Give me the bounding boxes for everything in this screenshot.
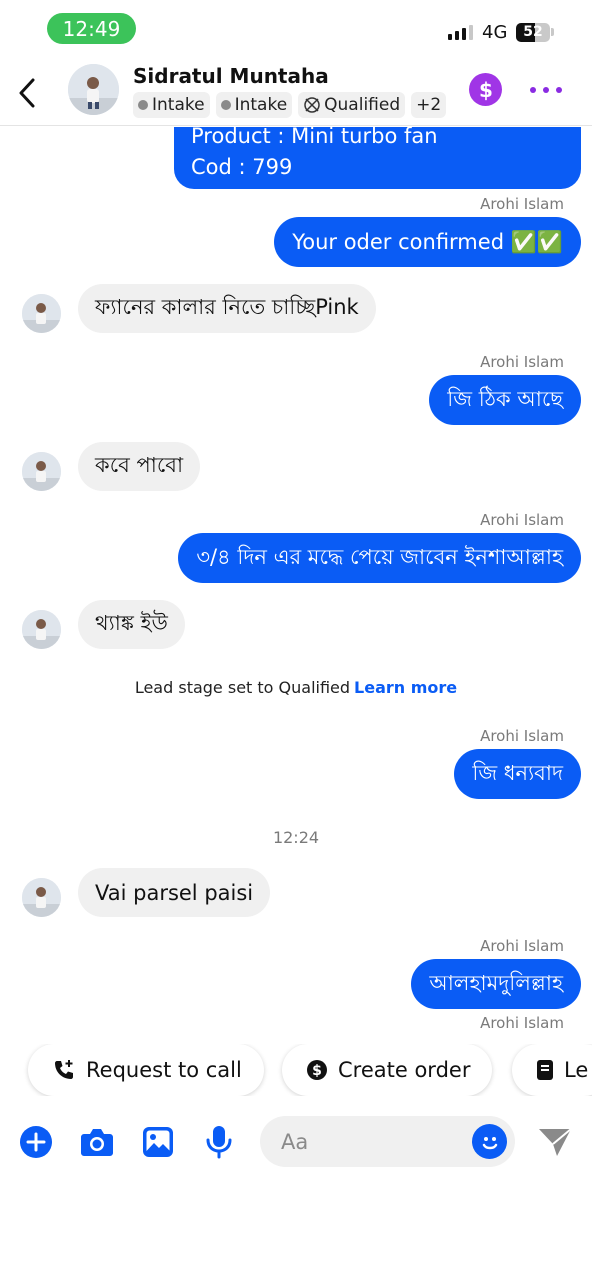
message-bubble-outgoing[interactable]: Product : Mini turbo fan Cod : 799	[174, 127, 581, 189]
message-bubble-outgoing[interactable]: জি ধন্যবাদ	[454, 749, 581, 799]
third-quick-reply-chip[interactable]: Le	[512, 1044, 592, 1096]
message-thread: Product : Mini turbo fan Cod : 799 Arohi…	[0, 127, 592, 1029]
sender-name: Arohi Islam	[480, 727, 564, 745]
camera-button[interactable]	[77, 1122, 117, 1162]
back-button[interactable]	[10, 76, 44, 110]
message-bubble-incoming[interactable]: কবে পাবো	[78, 442, 201, 491]
status-bar: 12:49 4G 52	[0, 0, 592, 58]
message-bubble-incoming[interactable]: থ্যাঙ্ক ইউ	[78, 600, 185, 649]
battery-level: 52	[523, 24, 543, 40]
dollar-icon: $	[479, 78, 493, 102]
message-composer	[0, 1116, 592, 1168]
lead-tags: Intake Intake Qualified +2	[133, 92, 447, 118]
status-time: 12:49	[47, 13, 136, 44]
plus-circle-icon	[20, 1126, 52, 1158]
more-tags-badge[interactable]: +2	[411, 92, 447, 118]
message-bubble-outgoing[interactable]: আলহামদুলিল্লাহ	[411, 959, 581, 1009]
more-options-button[interactable]	[530, 80, 562, 100]
contact-avatar-small	[22, 452, 61, 491]
contact-avatar-small	[22, 294, 61, 333]
request-to-call-chip[interactable]: Request to call	[28, 1044, 264, 1096]
send-icon	[539, 1128, 572, 1156]
note-icon	[537, 1060, 553, 1080]
conversation-header: Sidratul Muntaha Intake Intake Qualified…	[0, 58, 592, 126]
add-button[interactable]	[16, 1122, 56, 1162]
tag-intake-2[interactable]: Intake	[215, 92, 293, 118]
message-bubble-outgoing[interactable]: Your oder confirmed ✅✅	[274, 217, 581, 267]
sender-name: Arohi Islam	[480, 353, 564, 371]
image-icon	[143, 1127, 173, 1157]
qualified-icon	[304, 97, 320, 113]
dollar-circle-icon: $	[307, 1060, 327, 1080]
emoji-button[interactable]	[472, 1124, 507, 1159]
signal-icon	[448, 25, 473, 40]
learn-more-link[interactable]: Learn more	[354, 678, 457, 697]
contact-name[interactable]: Sidratul Muntaha	[133, 64, 329, 88]
message-bubble-incoming[interactable]: ফ্যানের কালার নিতে চাচ্ছিPink	[78, 284, 376, 333]
camera-icon	[81, 1129, 113, 1156]
phone-plus-icon	[55, 1060, 73, 1079]
svg-text:$: $	[479, 78, 493, 102]
smiley-icon	[482, 1136, 497, 1149]
quick-reply-bar: Request to call $ Create order Le	[0, 1044, 592, 1096]
sender-name: Arohi Islam	[480, 511, 564, 529]
contact-avatar[interactable]	[68, 64, 119, 115]
create-order-chip[interactable]: $ Create order	[282, 1044, 493, 1096]
gallery-button[interactable]	[138, 1122, 178, 1162]
tag-qualified[interactable]: Qualified	[298, 92, 406, 118]
lead-stage-note: Lead stage set to Qualified Learn more	[134, 678, 458, 697]
message-input[interactable]	[281, 1126, 461, 1157]
svg-text:$: $	[312, 1063, 322, 1079]
payment-button[interactable]: $	[469, 73, 502, 106]
contact-avatar-small	[22, 610, 61, 649]
battery-icon: 52	[516, 23, 550, 42]
sender-name: Arohi Islam	[480, 195, 564, 213]
timestamp-separator: 12:24	[272, 828, 320, 847]
message-bubble-incoming[interactable]: Vai parsel paisi	[78, 868, 271, 917]
sender-name: Arohi Islam	[480, 1014, 564, 1029]
chevron-left-icon	[19, 78, 35, 108]
microphone-icon	[206, 1126, 232, 1159]
network-type: 4G	[482, 22, 508, 43]
message-bubble-outgoing[interactable]: জি ঠিক আছে	[429, 375, 581, 425]
tag-intake[interactable]: Intake	[133, 92, 210, 118]
sender-name: Arohi Islam	[480, 937, 564, 955]
send-button[interactable]	[536, 1124, 574, 1160]
battery-tip	[551, 28, 554, 36]
message-bubble-outgoing[interactable]: ৩/৪ দিন এর মদ্ধে পেয়ে জাবেন ইনশাআল্লাহ	[178, 533, 581, 583]
voice-button[interactable]	[199, 1122, 239, 1162]
contact-avatar-small	[22, 878, 61, 917]
